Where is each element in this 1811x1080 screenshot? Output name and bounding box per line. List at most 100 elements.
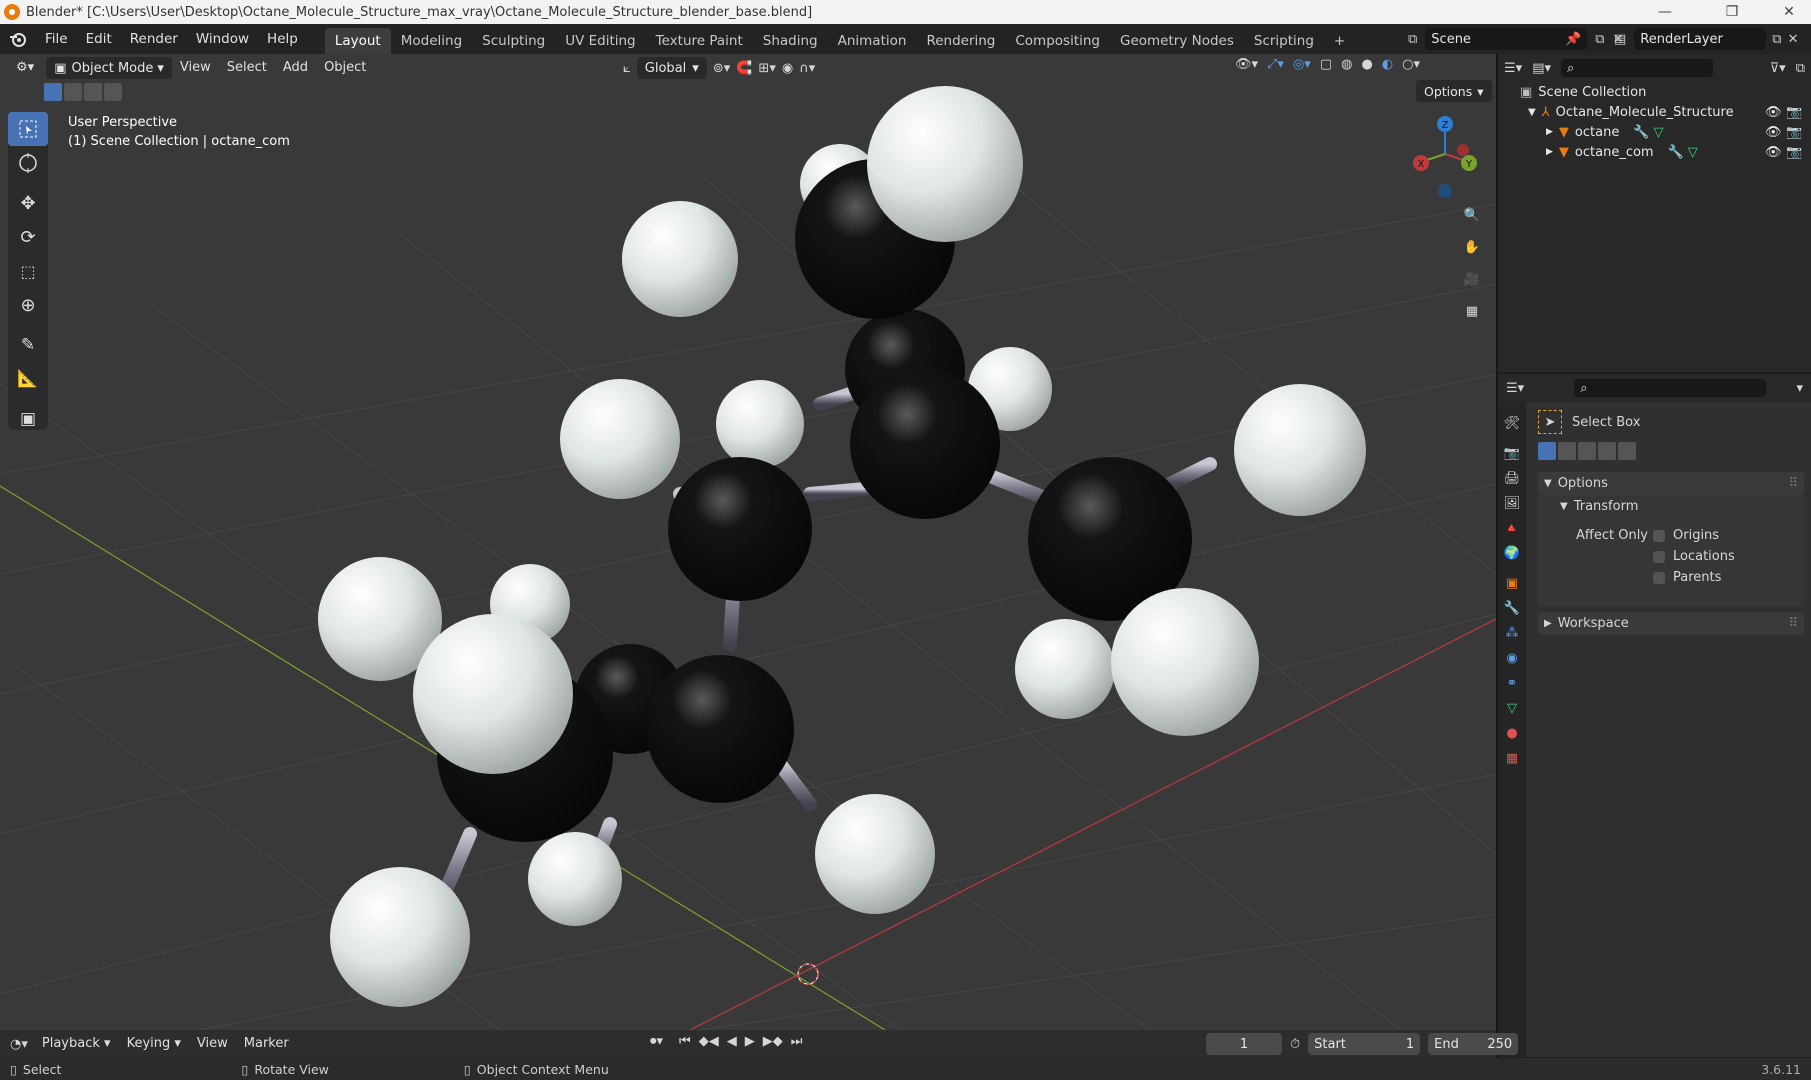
material-tab-icon[interactable]: ● [1501, 722, 1523, 744]
rendered-shading-icon[interactable]: ○▾ [1402, 57, 1420, 72]
workspace-panel-header[interactable]: ▶ Workspace ⠿ [1538, 612, 1804, 635]
drag-handle-icon[interactable]: ⠿ [1788, 476, 1798, 491]
options-dropdown[interactable]: Options ▾ [1416, 80, 1492, 102]
select-intersect-icon[interactable] [1598, 442, 1616, 460]
add-cube-tool[interactable]: ▣ [8, 402, 48, 436]
eye-icon[interactable]: 👁 [1765, 125, 1782, 140]
menu-view[interactable]: View [172, 56, 219, 80]
tab-geometry-nodes[interactable]: Geometry Nodes [1110, 28, 1244, 54]
jump-keyframe-forward-icon[interactable]: ▶◆ [763, 1034, 783, 1049]
maximize-button[interactable]: ❐ [1710, 0, 1754, 24]
close-button[interactable]: ✕ [1767, 0, 1811, 24]
solid-shading-icon[interactable]: ● [1361, 57, 1372, 72]
data-tab-icon[interactable]: ▽ [1501, 697, 1523, 719]
tool-tab-icon[interactable]: 🛠 [1501, 412, 1523, 434]
scale-tool[interactable]: ⬚ [8, 254, 48, 288]
eye-icon[interactable]: 👁 [1765, 145, 1782, 160]
menu-render[interactable]: Render [121, 24, 187, 54]
camera-icon[interactable]: 📷 [1786, 145, 1802, 160]
transform-tool[interactable]: ⊕ [8, 288, 48, 322]
delete-layer-icon[interactable]: ✕ [1788, 32, 1799, 47]
properties-editor-icon[interactable]: ☰▾ [1506, 381, 1524, 396]
navigation-gizmo[interactable]: Z Y X [1405, 112, 1485, 202]
tab-layout[interactable]: Layout [324, 28, 391, 54]
cursor-tool[interactable] [8, 146, 48, 180]
select-invert-icon[interactable] [1618, 442, 1636, 460]
stopwatch-icon[interactable]: ⏱ [1290, 1037, 1300, 1052]
menu-help[interactable]: Help [258, 24, 307, 54]
3d-viewport[interactable] [0, 54, 1496, 1030]
tab-texture-paint[interactable]: Texture Paint [646, 28, 753, 54]
play-reverse-icon[interactable]: ◀ [727, 1034, 737, 1049]
overlay-icon[interactable]: ◎▾ [1293, 57, 1311, 72]
scene-selector[interactable]: ⧉ Scene 📌 ⧉ ✕ [1408, 28, 1624, 50]
pin-icon[interactable]: 📌 [1565, 32, 1581, 47]
output-tab-icon[interactable]: 🖨 [1501, 467, 1523, 489]
view-layer-selector[interactable]: ▤ RenderLayer ⧉ ✕ [1614, 28, 1799, 50]
menu-edit[interactable]: Edit [77, 24, 121, 54]
texture-tab-icon[interactable]: ▦ [1501, 747, 1523, 769]
menu-window[interactable]: Window [187, 24, 258, 54]
tab-modeling[interactable]: Modeling [391, 28, 472, 54]
view-layer-tab-icon[interactable]: 🖼 [1501, 492, 1523, 514]
transform-orientation-dropdown[interactable]: Global ▾ [636, 57, 707, 79]
tab-sculpting[interactable]: Sculpting [472, 28, 555, 54]
rotate-tool[interactable]: ⟳ [8, 220, 48, 254]
annotate-tool[interactable]: ✎ [8, 328, 48, 362]
measure-tool[interactable]: 📐 [8, 362, 48, 396]
options-panel-header[interactable]: ▼ Options ⠿ [1538, 472, 1804, 495]
gizmo-icon[interactable]: ⤢▾ [1267, 57, 1284, 72]
camera-icon[interactable]: 📷 [1786, 125, 1802, 140]
outliner-row-scene-collection[interactable]: ▣ Scene Collection [1498, 82, 1811, 102]
tab-rendering[interactable]: Rendering [916, 28, 1005, 54]
tab-compositing[interactable]: Compositing [1005, 28, 1110, 54]
mode-dropdown[interactable]: ▣ Object Mode ▾ [46, 57, 172, 79]
material-shading-icon[interactable]: ◐ [1382, 57, 1393, 72]
select-extend-icon[interactable] [64, 83, 82, 101]
jump-keyframe-back-icon[interactable]: ◆◀ [699, 1034, 719, 1049]
falloff-icon[interactable]: ∩▾ [799, 61, 815, 76]
snap-target-icon[interactable]: ⊞▾ [758, 61, 775, 76]
select-extend-icon[interactable] [1558, 442, 1576, 460]
new-collection-icon[interactable]: ⧉ [1796, 61, 1805, 76]
minimize-button[interactable]: — [1643, 0, 1687, 24]
drag-handle-icon[interactable]: ⠿ [1788, 616, 1798, 631]
select-subtract-icon[interactable] [84, 83, 102, 101]
scene-name-field[interactable]: Scene 📌 [1425, 28, 1588, 50]
world-tab-icon[interactable]: 🌍 [1501, 542, 1523, 564]
zoom-icon[interactable]: 🔍 [1457, 200, 1487, 230]
menu-keying[interactable]: Keying ▾ [119, 1032, 189, 1056]
select-new-icon[interactable] [44, 83, 62, 101]
menu-timeline-view[interactable]: View [189, 1032, 236, 1056]
outliner-row-collection[interactable]: ▼ ⅄ Octane_Molecule_Structure 👁 📷 [1498, 102, 1811, 122]
jump-end-icon[interactable]: ⏭ [791, 1034, 803, 1049]
move-tool[interactable]: ✥ [8, 186, 48, 220]
camera-icon[interactable]: 📷 [1786, 105, 1802, 120]
ortho-grid-icon[interactable]: ▦ [1457, 296, 1487, 326]
select-subtract-icon[interactable] [1578, 442, 1596, 460]
physics-tab-icon[interactable]: ◉ [1501, 647, 1523, 669]
xray-icon[interactable]: ▢ [1320, 57, 1332, 72]
menu-file[interactable]: File [36, 24, 77, 54]
jump-start-icon[interactable]: ⏮ [679, 1034, 691, 1049]
parents-checkbox[interactable]: Parents [1653, 570, 1721, 585]
select-intersect-icon[interactable] [104, 83, 122, 101]
properties-search-input[interactable]: ⌕ [1574, 379, 1767, 397]
particles-tab-icon[interactable]: ⁂ [1501, 622, 1523, 644]
render-tab-icon[interactable]: 📷 [1501, 442, 1523, 464]
tab-shading[interactable]: Shading [753, 28, 828, 54]
start-frame-field[interactable]: Start 1 [1308, 1033, 1421, 1055]
new-layer-icon[interactable]: ⧉ [1772, 32, 1781, 47]
blender-menu-icon[interactable] [0, 31, 36, 47]
menu-object[interactable]: Object [316, 56, 374, 80]
tab-scripting[interactable]: Scripting [1244, 28, 1324, 54]
menu-add[interactable]: Add [275, 56, 316, 80]
end-frame-field[interactable]: End 250 [1428, 1033, 1519, 1055]
snap-icon[interactable]: 🧲 [736, 61, 752, 76]
menu-marker[interactable]: Marker [236, 1032, 297, 1056]
eye-icon[interactable]: 👁 [1765, 105, 1782, 120]
tab-uv-editing[interactable]: UV Editing [555, 28, 645, 54]
proportional-edit-icon[interactable]: ◉ [782, 61, 793, 76]
visibility-icon[interactable]: 👁▾ [1235, 57, 1258, 72]
locations-checkbox[interactable]: Locations [1653, 549, 1735, 564]
